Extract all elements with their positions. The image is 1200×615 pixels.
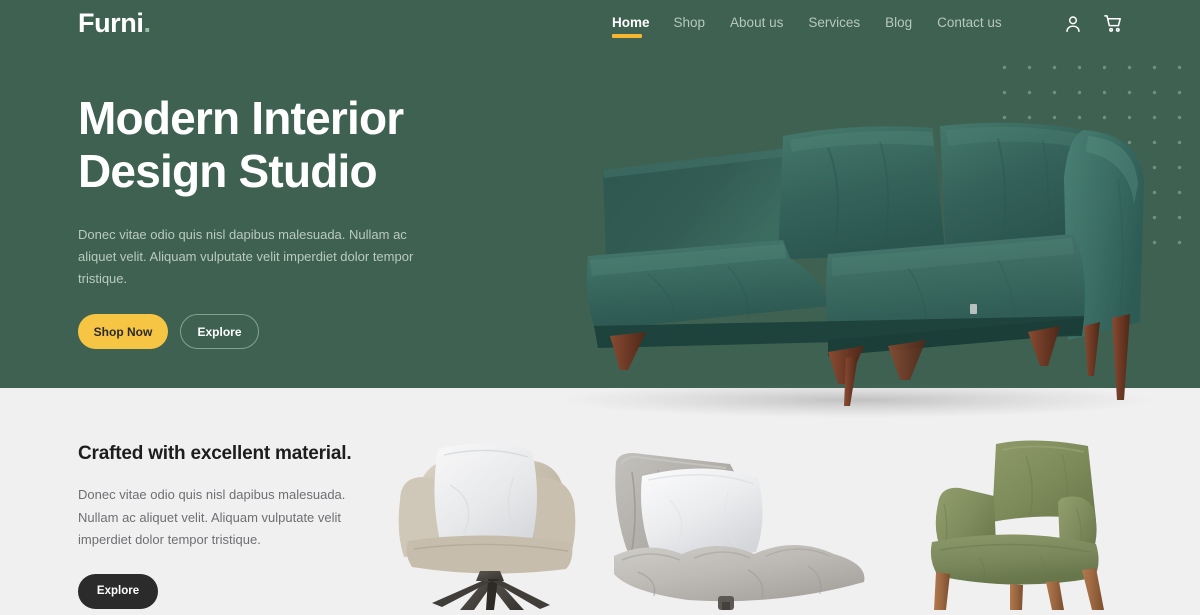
- nav-icons: [1062, 12, 1125, 35]
- user-icon[interactable]: [1062, 13, 1084, 35]
- nav-item-shop-label: Shop: [673, 15, 706, 30]
- product-image-olive-armchair[interactable]: [910, 430, 1160, 610]
- brand-logo-text: Furni: [78, 8, 144, 38]
- nav-item-home-label: Home: [612, 15, 650, 30]
- hero-sofa-image: [528, 108, 1168, 418]
- nav-item-services-label: Services: [808, 15, 861, 30]
- nav-item-about-us-label: About us: [730, 15, 784, 30]
- feature-explore-button[interactable]: Explore: [78, 573, 158, 609]
- feature-section: Crafted with excellent material. Donec v…: [0, 388, 1200, 610]
- hero-paragraph: Donec vitae odio quis nisl dapibus males…: [78, 227, 414, 286]
- cart-icon[interactable]: [1102, 12, 1125, 35]
- nav-item-contact-us[interactable]: Contact us: [937, 15, 1027, 30]
- hero-section: Furni. Home Shop About us Services Blog …: [0, 0, 1200, 418]
- feature-paragraph: Donec vitae odio quis nisl dapibus males…: [78, 487, 346, 547]
- navbar: Furni. Home Shop About us Services Blog …: [0, 0, 1200, 50]
- hero-explore-button[interactable]: Explore: [180, 314, 259, 349]
- feature-text-block: Crafted with excellent material. Donec v…: [78, 443, 368, 609]
- shop-now-button[interactable]: Shop Now: [78, 314, 168, 349]
- hero-title-line1: Modern Interior: [78, 92, 404, 144]
- brand-logo-dot: .: [143, 8, 152, 38]
- nav-item-blog-label: Blog: [885, 15, 913, 30]
- product-image-row: [370, 388, 1200, 610]
- nav-item-services[interactable]: Services: [808, 15, 885, 30]
- nav-links: Home Shop About us Services Blog Contact…: [612, 15, 1027, 38]
- nav-item-contact-us-label: Contact us: [937, 15, 1002, 30]
- hero-title: Modern Interior Design Studio: [78, 92, 548, 198]
- hero-content: Modern Interior Design Studio Donec vita…: [78, 92, 548, 349]
- nav-item-blog[interactable]: Blog: [885, 15, 937, 30]
- product-image-gray-lounge-chair[interactable]: [598, 430, 888, 610]
- nav-item-shop[interactable]: Shop: [674, 15, 731, 30]
- hero-buttons: Shop Now Explore: [78, 314, 548, 349]
- feature-title: Crafted with excellent material.: [78, 443, 352, 464]
- nav-active-underline: [612, 34, 642, 38]
- product-image-cream-armchair[interactable]: [382, 425, 602, 610]
- nav-item-home[interactable]: Home: [612, 15, 674, 38]
- brand-logo[interactable]: Furni.: [78, 8, 151, 39]
- nav-item-about-us[interactable]: About us: [730, 15, 808, 30]
- hero-title-line2: Design Studio: [78, 145, 378, 197]
